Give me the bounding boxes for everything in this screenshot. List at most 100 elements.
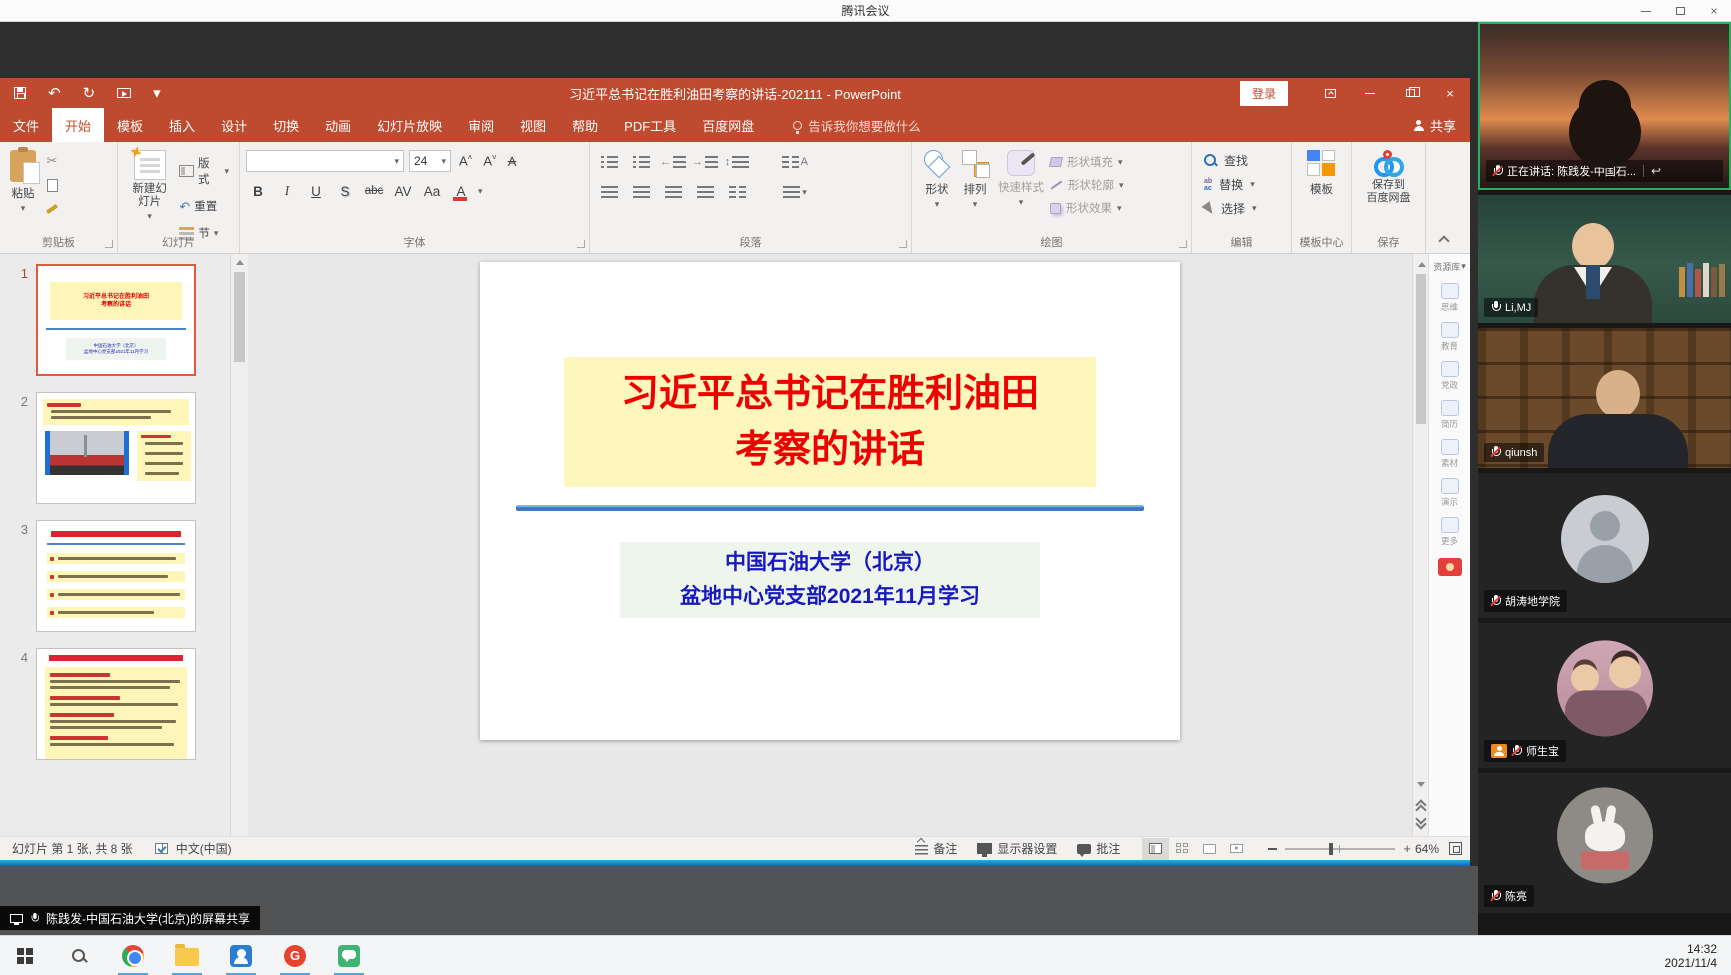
paste-button[interactable]: 粘贴 ▾ (6, 148, 40, 222)
restore-button[interactable] (1663, 0, 1697, 22)
quick-styles-button[interactable]: 快速样式 ▾ (994, 148, 1048, 209)
columns-button[interactable] (724, 182, 750, 202)
justify-button[interactable] (692, 182, 718, 202)
language-indicator[interactable]: 中文(中国) (176, 840, 232, 857)
scroll-up-button[interactable] (1413, 256, 1430, 272)
main-scrollbar[interactable] (1412, 254, 1428, 836)
close-button[interactable]: × (1697, 0, 1731, 22)
taskbar-explorer-button[interactable] (174, 943, 200, 969)
save-button[interactable] (14, 87, 26, 99)
numbering-button[interactable] (628, 152, 654, 172)
scrollbar-thumb[interactable] (1416, 274, 1426, 424)
dialog-launcher-icon[interactable] (105, 240, 113, 248)
qat-customize-button[interactable]: ▾ (153, 86, 161, 101)
video-tile-qiunsh[interactable]: qiunsh (1478, 328, 1731, 468)
tab-help[interactable]: 帮助 (559, 108, 611, 142)
comments-button[interactable]: 批注 (1077, 840, 1120, 857)
zoom-level[interactable]: 64% (1415, 842, 1439, 856)
arrange-button[interactable]: 排列 ▾ (956, 148, 994, 211)
template-button[interactable]: 模板 (1298, 148, 1345, 199)
font-color-button[interactable]: A (449, 180, 473, 202)
tab-animations[interactable]: 动画 (312, 108, 364, 142)
align-text-button[interactable]: ▾ (782, 182, 808, 202)
slideshow-view-button[interactable] (1223, 838, 1250, 860)
format-painter-button[interactable] (42, 200, 62, 218)
shrink-font-button[interactable]: A˅ (480, 153, 499, 168)
taskbar-clock[interactable]: 14:32 2021/11/4 (1665, 942, 1731, 970)
tab-baidu-netdisk[interactable]: 百度网盘 (689, 108, 767, 142)
dialog-launcher-icon[interactable] (1179, 240, 1187, 248)
notes-button[interactable]: 备注 (915, 840, 957, 857)
thumbnail-slide-3[interactable]: 3 (10, 520, 230, 632)
grow-font-button[interactable]: A˄ (456, 153, 475, 168)
resource-item-0[interactable]: 思维 (1441, 283, 1459, 313)
ppt-restore-button[interactable] (1390, 78, 1430, 108)
clear-formatting-button[interactable]: A (505, 154, 520, 169)
normal-view-button[interactable] (1142, 838, 1169, 860)
layout-button[interactable]: 版式▾ (177, 154, 231, 188)
tab-pdf-tools[interactable]: PDF工具 (611, 108, 689, 142)
bullets-button[interactable] (596, 152, 622, 172)
scroll-up-button[interactable] (231, 254, 248, 270)
text-direction-button[interactable]: A (782, 152, 808, 172)
align-left-button[interactable] (596, 182, 622, 202)
font-name-combo[interactable]: ▾ (246, 150, 404, 172)
character-spacing-button[interactable]: AV (391, 180, 415, 202)
resource-item-6[interactable]: 更多 (1441, 517, 1459, 547)
thumbnail-slide-1[interactable]: 1 习近平总书记在胜利油田 考察的讲话 中国石油大学（北京） 盆地中心党支部20… (10, 264, 230, 376)
select-button[interactable]: 选择▾ (1204, 200, 1279, 217)
tab-view[interactable]: 视图 (507, 108, 559, 142)
tab-template[interactable]: 模板 (104, 108, 156, 142)
resource-library-header[interactable]: 资源库▾ (1433, 260, 1466, 273)
scroll-down-button[interactable] (1412, 776, 1429, 792)
taskbar-chrome-button[interactable] (120, 943, 146, 969)
resource-item-2[interactable]: 党政 (1441, 361, 1459, 391)
start-button[interactable] (12, 943, 38, 969)
login-button[interactable]: 登录 (1240, 81, 1288, 106)
tab-file[interactable]: 文件 (0, 108, 52, 142)
zoom-slider-thumb[interactable] (1329, 843, 1333, 855)
zoom-slider[interactable] (1285, 848, 1395, 850)
thumbnail-slide-4[interactable]: 4 (10, 648, 230, 760)
change-case-button[interactable]: Aa (420, 180, 444, 202)
video-tile-chenliang[interactable]: 陈亮 (1478, 773, 1731, 913)
ribbon-options-button[interactable] (1310, 78, 1350, 108)
cut-button[interactable]: ✂ (42, 152, 62, 170)
taskbar-search-button[interactable] (66, 943, 92, 969)
spellcheck-icon[interactable] (155, 843, 168, 854)
ppt-close-button[interactable]: × (1430, 78, 1470, 108)
resource-item-1[interactable]: 教育 (1441, 322, 1459, 352)
next-slide-button[interactable] (1416, 820, 1426, 830)
thumbnail-scrollbar[interactable] (230, 254, 248, 836)
video-tile-limj[interactable]: Li,MJ (1478, 195, 1731, 323)
start-slideshow-button[interactable] (117, 88, 131, 98)
slide-subtitle-box[interactable]: 中国石油大学（北京） 盆地中心党支部2021年11月学习 (620, 542, 1040, 618)
decrease-indent-button[interactable]: ← (660, 152, 686, 172)
reply-icon[interactable]: ↩ (1651, 164, 1661, 178)
ppt-minimize-button[interactable] (1350, 78, 1390, 108)
thumbnail-slide-2[interactable]: 2 (10, 392, 230, 504)
tab-design[interactable]: 设计 (208, 108, 260, 142)
align-right-button[interactable] (660, 182, 686, 202)
slide-editor[interactable]: 习近平总书记在胜利油田 考察的讲话 中国石油大学（北京） 盆地中心党支部2021… (480, 262, 1180, 740)
bold-button[interactable]: B (246, 180, 270, 202)
increase-indent-button[interactable]: → (692, 152, 718, 172)
shape-effects-button[interactable]: 形状效果▾ (1050, 200, 1124, 216)
collapse-ribbon-button[interactable] (1438, 235, 1449, 246)
reset-button[interactable]: ↶重置 (177, 197, 231, 215)
dialog-launcher-icon[interactable] (577, 240, 585, 248)
slide-sorter-view-button[interactable] (1169, 838, 1196, 860)
tab-slideshow[interactable]: 幻灯片放映 (364, 108, 455, 142)
video-tile-speaker[interactable]: 正在讲话: 陈践发-中国石... ↩ (1478, 22, 1731, 190)
taskbar-browser-button[interactable]: G (282, 943, 308, 969)
shapes-button[interactable]: 形状 ▾ (918, 148, 956, 211)
zoom-out-button[interactable] (1268, 848, 1277, 850)
zoom-in-button[interactable]: + (1403, 842, 1411, 855)
tab-insert[interactable]: 插入 (156, 108, 208, 142)
resource-item-4[interactable]: 素材 (1441, 439, 1459, 469)
tab-home[interactable]: 开始 (52, 108, 104, 142)
shape-fill-button[interactable]: 形状填充▾ (1050, 154, 1124, 170)
resource-item-5[interactable]: 演示 (1441, 478, 1459, 508)
line-spacing-button[interactable]: ↕ (724, 152, 750, 172)
shape-outline-button[interactable]: 形状轮廓▾ (1050, 177, 1124, 193)
